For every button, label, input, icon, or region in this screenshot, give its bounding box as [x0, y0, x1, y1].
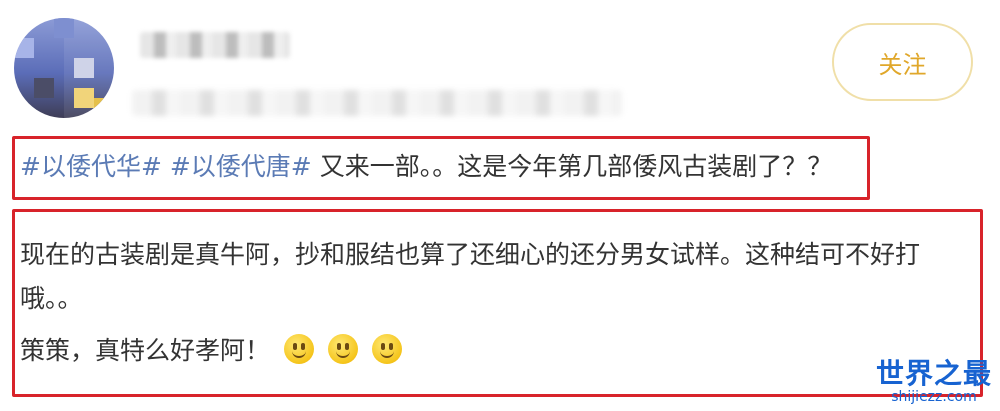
avatar-pixel [34, 78, 54, 98]
headline-text: 又来一部。。这是今年第几部倭风古装剧了？？ [319, 152, 833, 181]
watermark-url: shijiezz.com [891, 389, 977, 405]
hashtag-link[interactable]: #以倭代唐# [170, 152, 312, 181]
site-watermark: 世界之最 shijiezz.com [875, 357, 992, 406]
comment-text: 策策，真特么好孝阿！ [20, 336, 271, 365]
username-blurred[interactable] [140, 32, 290, 58]
comment-line-with-emoji: 策策，真特么好孝阿！ [20, 334, 402, 368]
watermark-title: 世界之最 [875, 357, 992, 390]
smile-emoji-icon [283, 334, 314, 364]
avatar-pixel [14, 38, 34, 58]
post-meta-blurred [132, 90, 622, 116]
comment-line: 现在的古装剧是真牛阿，抄和服结也算了还细心的还分男女试样。这种结可不好打 [20, 240, 921, 269]
hashtag-link[interactable]: #以倭代华# [20, 152, 162, 181]
avatar-pixel [54, 18, 74, 38]
avatar-pixel [94, 98, 114, 118]
comment-line: 哦。。 [20, 284, 83, 313]
avatar[interactable] [14, 18, 114, 118]
avatar-pixel [74, 58, 94, 78]
smile-emoji-icon [371, 334, 402, 364]
follow-button-label: 关注 [878, 50, 927, 79]
smile-emoji-icon [327, 334, 358, 364]
follow-button[interactable]: 关注 [832, 23, 973, 101]
avatar-pixel [74, 88, 94, 108]
post-headline: #以倭代华# #以倭代唐# 又来一部。。这是今年第几部倭风古装剧了？？ [20, 150, 832, 184]
